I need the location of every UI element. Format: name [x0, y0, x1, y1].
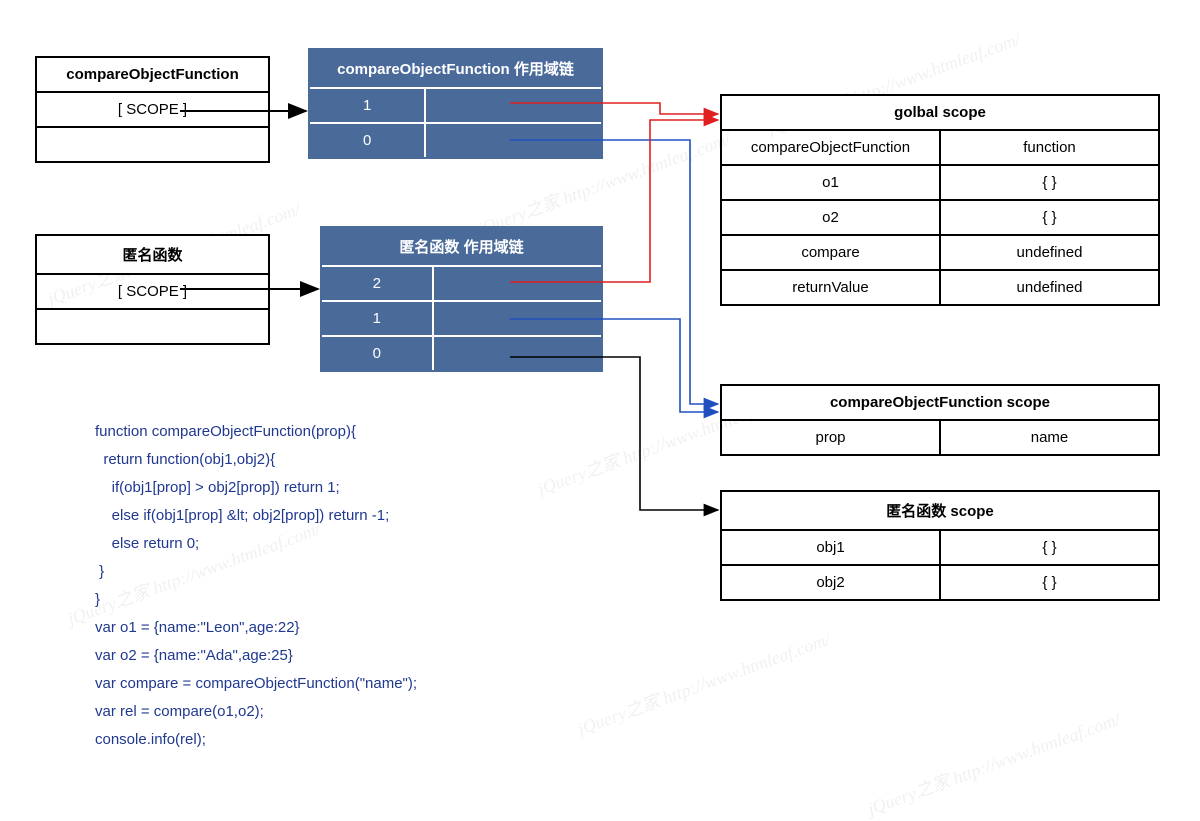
box-anon-title: 匿名函数 [37, 236, 268, 275]
chain-cof-index-1: 1 [310, 89, 426, 124]
box-cof-title: compareObjectFunction [37, 58, 268, 93]
global-row-key: compareObjectFunction [722, 131, 941, 166]
code-listing: function compareObjectFunction(prop){ re… [95, 418, 417, 754]
box-anonymous-function: 匿名函数 [ SCOPE ] [35, 234, 270, 345]
cof-scope-val: name [941, 421, 1158, 454]
cof-scope-key: prop [722, 421, 941, 454]
chain-cof-index-0: 0 [310, 124, 426, 157]
box-cof-empty [37, 128, 268, 161]
global-row-key: o2 [722, 201, 941, 236]
global-row-key: returnValue [722, 271, 941, 304]
anon-scope-key: obj1 [722, 531, 941, 566]
box-cof-scope: [ SCOPE ] [37, 93, 268, 128]
anon-scope-key: obj2 [722, 566, 941, 599]
cof-scope-table: compareObjectFunction scope propname [720, 384, 1160, 456]
chain-cof-slot-0 [426, 124, 601, 157]
watermark: jQuery之家 http://www.htmleaf.com/ [864, 705, 1124, 821]
chain-cof-title: compareObjectFunction 作用域链 [310, 50, 601, 89]
global-row-val: undefined [941, 271, 1158, 304]
chain-anon-index-2: 2 [322, 267, 434, 302]
box-anon-scope: [ SCOPE ] [37, 275, 268, 310]
anon-scope-table: 匿名函数 scope obj1{ } obj2{ } [720, 490, 1160, 601]
anon-scope-val: { } [941, 566, 1158, 599]
global-row-val: function [941, 131, 1158, 166]
box-anon-empty [37, 310, 268, 343]
chain-anon: 匿名函数 作用域链 2 1 0 [320, 226, 603, 372]
anon-scope-val: { } [941, 531, 1158, 566]
global-row-key: o1 [722, 166, 941, 201]
chain-anon-index-1: 1 [322, 302, 434, 337]
chain-cof: compareObjectFunction 作用域链 1 0 [308, 48, 603, 159]
global-row-key: compare [722, 236, 941, 271]
anon-scope-title: 匿名函数 scope [722, 492, 1158, 531]
global-scope-table: golbal scope compareObjectFunctionfuncti… [720, 94, 1160, 306]
chain-anon-slot-2 [434, 267, 601, 302]
chain-anon-slot-0 [434, 337, 601, 370]
chain-anon-title: 匿名函数 作用域链 [322, 228, 601, 267]
global-scope-title: golbal scope [722, 96, 1158, 131]
global-row-val: undefined [941, 236, 1158, 271]
arrow-anon-0-to-anonscope [510, 357, 718, 510]
watermark: jQuery之家 http://www.htmleaf.com/ [574, 625, 834, 741]
cof-scope-title: compareObjectFunction scope [722, 386, 1158, 421]
chain-anon-slot-1 [434, 302, 601, 337]
global-row-val: { } [941, 201, 1158, 236]
box-compare-object-function: compareObjectFunction [ SCOPE ] [35, 56, 270, 163]
chain-cof-slot-1 [426, 89, 601, 124]
global-row-val: { } [941, 166, 1158, 201]
chain-anon-index-0: 0 [322, 337, 434, 370]
